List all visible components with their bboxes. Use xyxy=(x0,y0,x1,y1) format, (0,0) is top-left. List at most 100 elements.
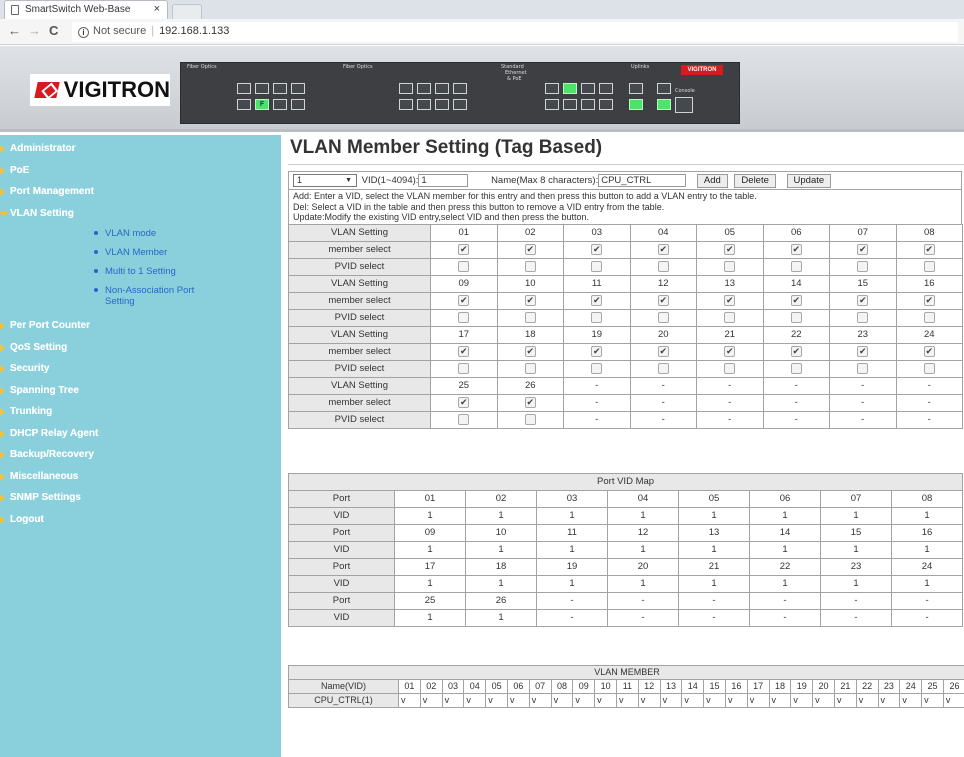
pvid-checkbox[interactable] xyxy=(524,311,536,323)
pvid-checkbox[interactable] xyxy=(657,260,669,272)
pvid-checkbox[interactable] xyxy=(923,362,935,374)
member-checkbox[interactable] xyxy=(458,243,470,255)
pvid-checkbox[interactable] xyxy=(524,362,536,374)
close-tab-icon[interactable]: × xyxy=(154,3,160,15)
pvid-checkbox[interactable] xyxy=(790,260,802,272)
sidebar-item-spanning-tree[interactable]: Spanning Tree xyxy=(0,380,281,402)
member-mark-cell: v xyxy=(703,692,726,708)
member-mark-cell: v xyxy=(463,692,487,708)
member-checkbox[interactable] xyxy=(524,396,536,408)
pvid-checkbox[interactable] xyxy=(591,311,603,323)
submenu-item-vlan-member[interactable]: VLAN Member xyxy=(94,247,281,258)
pvid-vid-cell: 1 xyxy=(678,574,750,593)
pvid-vid-cell: 1 xyxy=(890,540,964,559)
sidebar-item-vlan-setting[interactable]: VLAN Setting xyxy=(0,203,281,225)
pvid-checkbox[interactable] xyxy=(790,311,802,323)
member-checkbox[interactable] xyxy=(657,345,669,357)
member-checkbox[interactable] xyxy=(857,345,869,357)
member-checkbox[interactable] xyxy=(591,345,603,357)
sidebar-item-logout[interactable]: Logout xyxy=(0,509,281,531)
vlan-entry-name[interactable]: CPU_CTRL(1) xyxy=(288,692,399,708)
member-checkbox[interactable] xyxy=(923,243,935,255)
pvid-checkbox[interactable] xyxy=(857,260,869,272)
pvid-checkbox[interactable] xyxy=(923,260,935,272)
add-button[interactable]: Add xyxy=(696,173,728,188)
member-checkbox[interactable] xyxy=(458,294,470,306)
sidebar-item-backup-recovery[interactable]: Backup/Recovery xyxy=(0,444,281,466)
forward-arrow-icon[interactable]: → xyxy=(28,23,41,39)
submenu-item-vlan-mode[interactable]: VLAN mode xyxy=(94,228,281,239)
sidebar-item-qos-setting[interactable]: QoS Setting xyxy=(0,337,281,359)
member-checkbox[interactable] xyxy=(591,243,603,255)
sidebar-item-dhcp-relay-agent[interactable]: DHCP Relay Agent xyxy=(0,423,281,445)
sidebar-item-security[interactable]: Security xyxy=(0,358,281,380)
member-checkbox[interactable] xyxy=(524,294,536,306)
reload-icon[interactable]: C xyxy=(49,23,58,39)
pvid-checkbox[interactable] xyxy=(857,362,869,374)
member-checkbox[interactable] xyxy=(790,345,802,357)
member-checkbox[interactable] xyxy=(923,294,935,306)
new-tab-button[interactable] xyxy=(172,4,202,19)
pvid-cell: - xyxy=(563,410,631,429)
update-button[interactable]: Update xyxy=(786,173,832,188)
member-checkbox[interactable] xyxy=(524,345,536,357)
pvid-checkbox[interactable] xyxy=(458,362,470,374)
pvid-checkbox[interactable] xyxy=(591,362,603,374)
member-port-header: 06 xyxy=(506,678,530,694)
pvid-checkbox[interactable] xyxy=(458,413,470,425)
member-checkbox[interactable] xyxy=(724,294,736,306)
pvid-checkbox[interactable] xyxy=(790,362,802,374)
sidebar-item-poe[interactable]: PoE xyxy=(0,160,281,182)
pvid-checkbox[interactable] xyxy=(524,260,536,272)
delete-button[interactable]: Delete xyxy=(734,173,776,188)
name-input[interactable]: CPU_CTRL xyxy=(598,174,687,187)
member-checkbox[interactable] xyxy=(724,243,736,255)
pvid-checkbox[interactable] xyxy=(524,413,536,425)
member-select-label: member select xyxy=(288,291,431,310)
sidebar-item-administrator[interactable]: Administrator xyxy=(0,138,281,160)
pvid-select-label: PVID select xyxy=(288,359,431,378)
url-field[interactable]: i Not secure | 192.168.1.133 xyxy=(72,22,958,42)
sidebar-item-miscellaneous[interactable]: Miscellaneous xyxy=(0,466,281,488)
info-icon[interactable]: i xyxy=(78,27,89,38)
pvid-checkbox[interactable] xyxy=(923,311,935,323)
member-cell xyxy=(696,342,764,361)
pvid-checkbox[interactable] xyxy=(724,311,736,323)
port-icon xyxy=(563,99,577,110)
sidebar-item-per-port-counter[interactable]: Per Port Counter xyxy=(0,315,281,337)
member-checkbox[interactable] xyxy=(857,294,869,306)
pvid-checkbox[interactable] xyxy=(458,260,470,272)
vlan-member-entry-row[interactable]: CPU_CTRL(1) v v v v v v v v v v v v v v v v v v v v v v v v v v xyxy=(288,692,964,708)
submenu-item-non-association[interactable]: Non-Association Port Setting xyxy=(94,285,214,307)
sidebar-item-port-management[interactable]: Port Management xyxy=(0,181,281,203)
member-checkbox[interactable] xyxy=(790,294,802,306)
member-checkbox[interactable] xyxy=(458,396,470,408)
browser-tab[interactable]: SmartSwitch Web-Base × xyxy=(4,0,168,19)
pvid-checkbox[interactable] xyxy=(458,311,470,323)
sidebar-item-trunking[interactable]: Trunking xyxy=(0,401,281,423)
pvid-checkbox[interactable] xyxy=(657,362,669,374)
submenu-item-multi-to-1[interactable]: Multi to 1 Setting xyxy=(94,266,281,277)
back-arrow-icon[interactable]: ← xyxy=(8,23,21,39)
pvid-checkbox[interactable] xyxy=(591,260,603,272)
member-checkbox[interactable] xyxy=(524,243,536,255)
pvid-vid-cell: - xyxy=(890,608,964,627)
member-checkbox[interactable] xyxy=(458,345,470,357)
member-checkbox[interactable] xyxy=(724,345,736,357)
pvid-checkbox[interactable] xyxy=(724,362,736,374)
pvid-checkbox[interactable] xyxy=(857,311,869,323)
member-checkbox[interactable] xyxy=(591,294,603,306)
member-checkbox[interactable] xyxy=(657,294,669,306)
member-checkbox[interactable] xyxy=(790,243,802,255)
member-checkbox[interactable] xyxy=(657,243,669,255)
vlan-setting-row: VLAN Setting 17 18 19 20 21 22 23 24 xyxy=(288,325,963,344)
vid-select[interactable]: 1 ▼ xyxy=(293,174,357,187)
vid-input[interactable]: 1 xyxy=(418,174,469,187)
member-checkbox[interactable] xyxy=(857,243,869,255)
member-checkbox[interactable] xyxy=(923,345,935,357)
pvid-checkbox[interactable] xyxy=(657,311,669,323)
sidebar-item-snmp-settings[interactable]: SNMP Settings xyxy=(0,487,281,509)
pvid-checkbox[interactable] xyxy=(724,260,736,272)
member-cell xyxy=(496,342,564,361)
member-cell xyxy=(430,291,498,310)
